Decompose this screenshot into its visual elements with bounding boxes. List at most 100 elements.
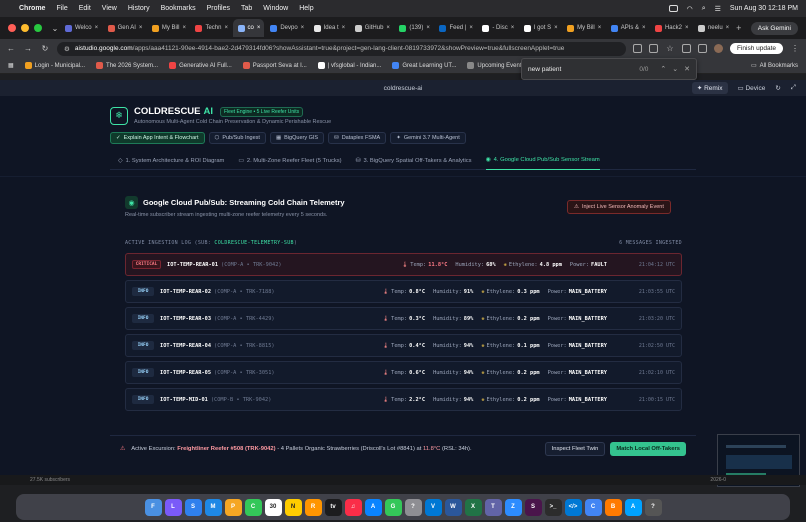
find-previous-icon[interactable]: ⌃ [660, 65, 666, 73]
dock-app-icon[interactable]: B [604, 498, 622, 516]
tab-close-icon[interactable]: × [554, 25, 558, 31]
dock-app-icon[interactable]: F [144, 498, 162, 516]
tab-close-icon[interactable]: × [511, 25, 515, 31]
device-button[interactable]: ▭ Device [738, 84, 766, 92]
tab-close-icon[interactable]: × [257, 25, 261, 31]
dock-app-icon[interactable]: P [224, 498, 242, 516]
dock-app-icon[interactable]: G [384, 498, 402, 516]
log-row[interactable]: INFO IOT-TEMP-REAR-02 (COMP-A • TRK-7188) 🌡… [125, 280, 682, 303]
browser-tab[interactable]: Idea t × [309, 19, 349, 37]
dock-app-icon[interactable]: ? [644, 498, 662, 516]
tab-close-icon[interactable]: × [342, 25, 346, 31]
dock-app-icon[interactable]: C [244, 498, 262, 516]
wifi-icon[interactable]: ◠ [687, 5, 693, 13]
dock-app-icon[interactable]: 30 [264, 498, 282, 516]
browser-tab[interactable]: APIs & × [606, 19, 649, 37]
log-row[interactable]: INFO IOT-TEMP-REAR-04 (COMP-A • TRK-8815) 🌡… [125, 334, 682, 357]
refresh-icon[interactable]: ↻ [775, 84, 780, 92]
menu-history[interactable]: History [128, 5, 150, 12]
browser-tab[interactable]: Devpo × [265, 19, 307, 37]
reader-icon[interactable] [648, 44, 658, 53]
action-5-button[interactable]: ✦ Gemini 3.7 Multi-Agent [390, 132, 466, 144]
tab-close-icon[interactable]: × [469, 25, 473, 31]
dock-app-icon[interactable]: C [584, 498, 602, 516]
browser-tab[interactable]: - Disc × [477, 19, 517, 37]
find-close-icon[interactable]: ✕ [684, 65, 690, 73]
log-row[interactable]: INFO IOT-TEMP-REAR-05 (COMP-A • TRK-3051) 🌡… [125, 361, 682, 384]
minimize-window-button[interactable] [21, 24, 29, 32]
browser-tab[interactable]: Techn × [190, 19, 231, 37]
back-icon[interactable]: ← [6, 44, 16, 53]
zoom-window-button[interactable] [34, 24, 42, 32]
browser-tab[interactable]: Gen AI × [103, 19, 146, 37]
tab-close-icon[interactable]: × [224, 25, 228, 31]
tab-close-icon[interactable]: × [386, 25, 390, 31]
dock-app-icon[interactable]: X [464, 498, 482, 516]
action-4-button[interactable]: ⛁ Dataplex FSMA [328, 132, 387, 144]
tab-search-icon[interactable]: ⌄ [50, 24, 60, 33]
clock[interactable]: Sun Aug 30 12:18 PM [730, 5, 798, 12]
dock-app-icon[interactable]: V [424, 498, 442, 516]
bookmark-star-icon[interactable]: ☆ [665, 44, 675, 53]
find-next-icon[interactable]: ⌄ [672, 65, 678, 73]
inject-anomaly-button[interactable]: ⚠ Inject Live Sensor Anomaly Event [567, 200, 671, 214]
split-view-icon[interactable] [697, 44, 707, 53]
all-bookmarks-button[interactable]: ▭ All Bookmarks [751, 62, 798, 70]
bookmark-item[interactable]: Upcoming Events [467, 62, 524, 69]
browser-tab[interactable]: I got S × [519, 19, 561, 37]
tab-close-icon[interactable]: × [598, 25, 602, 31]
address-bar[interactable]: ⚙ aistudio.google.com/apps/aaa41121-90ee… [57, 41, 626, 56]
extensions-icon[interactable] [681, 44, 691, 53]
remix-button[interactable]: ✦ Remix [691, 82, 728, 94]
browser-tab[interactable]: Hack2 × [650, 19, 692, 37]
apps-grid-icon[interactable]: ▦ [8, 62, 14, 69]
dock-app-icon[interactable]: ? [404, 498, 422, 516]
browser-tab[interactable]: My Bill × [562, 19, 605, 37]
menu-tab[interactable]: Tab [241, 5, 252, 12]
tab-close-icon[interactable]: × [726, 25, 730, 31]
bookmark-item[interactable]: Login - Municipal... [24, 62, 85, 69]
menu-view[interactable]: View [102, 5, 117, 12]
control-center-icon[interactable]: ☰ [715, 5, 721, 13]
dock-app-icon[interactable]: S [524, 498, 542, 516]
tab-section-2[interactable]: ▭ 2. Multi-Zone Reefer Fleet (5 Trucks) [238, 152, 341, 170]
menu-window[interactable]: Window [263, 5, 288, 12]
action-2-button[interactable]: ⬡ Pub/Sub Ingest [208, 132, 266, 144]
tab-close-icon[interactable]: × [183, 25, 187, 31]
browser-tab[interactable]: Feed | × [434, 19, 476, 37]
menu-edit[interactable]: Edit [79, 5, 91, 12]
tab-close-icon[interactable]: × [426, 25, 430, 31]
log-row[interactable]: CRITICAL IOT-TEMP-REAR-01 (COMP-A • TRK-90… [125, 253, 682, 276]
menu-help[interactable]: Help [299, 5, 313, 12]
browser-tab[interactable]: neelu × [693, 19, 733, 37]
bookmark-item[interactable]: The 2026 System... [96, 62, 158, 69]
menu-bookmarks[interactable]: Bookmarks [161, 5, 196, 12]
more-menu-icon[interactable]: ⋮ [790, 44, 800, 53]
bookmark-item[interactable]: Great Learning UT... [392, 62, 456, 69]
dock-app-icon[interactable]: S [184, 498, 202, 516]
browser-tab[interactable]: Welco × [60, 19, 102, 37]
forward-icon[interactable]: → [23, 44, 33, 53]
fullscreen-icon[interactable]: ⤢ [791, 84, 796, 92]
browser-tab[interactable]: My Bill × [147, 19, 190, 37]
tab-close-icon[interactable]: × [685, 25, 689, 31]
new-tab-button[interactable]: + [733, 23, 745, 33]
action-3-button[interactable]: ▦ BigQuery GIS [269, 132, 325, 144]
log-row[interactable]: INFO IOT-TEMP-REAR-03 (COMP-A • TRK-4429) 🌡… [125, 307, 682, 330]
search-icon[interactable]: ⌕ [702, 5, 706, 13]
dock-app-icon[interactable]: N [284, 498, 302, 516]
menu-app-name[interactable]: Chrome [19, 5, 45, 12]
site-info-icon[interactable]: ⚙ [64, 45, 70, 53]
dock-app-icon[interactable]: Z [504, 498, 522, 516]
ask-gemini-button[interactable]: Ask Gemini [750, 21, 798, 35]
reload-icon[interactable]: ↻ [40, 44, 50, 53]
avatar[interactable] [713, 44, 723, 53]
dock-app-icon[interactable]: W [444, 498, 462, 516]
dock-app-icon[interactable]: </> [564, 498, 582, 516]
menu-file[interactable]: File [56, 5, 67, 12]
action-1-button[interactable]: ✓ Explain App Intent & Flowchart [110, 132, 205, 144]
close-window-button[interactable] [8, 24, 16, 32]
find-input[interactable]: new patient [528, 66, 633, 73]
bookmark-item[interactable]: Passport Seva at I... [242, 62, 307, 69]
bookmark-item[interactable]: | vfsglobal - Indian... [317, 62, 381, 69]
